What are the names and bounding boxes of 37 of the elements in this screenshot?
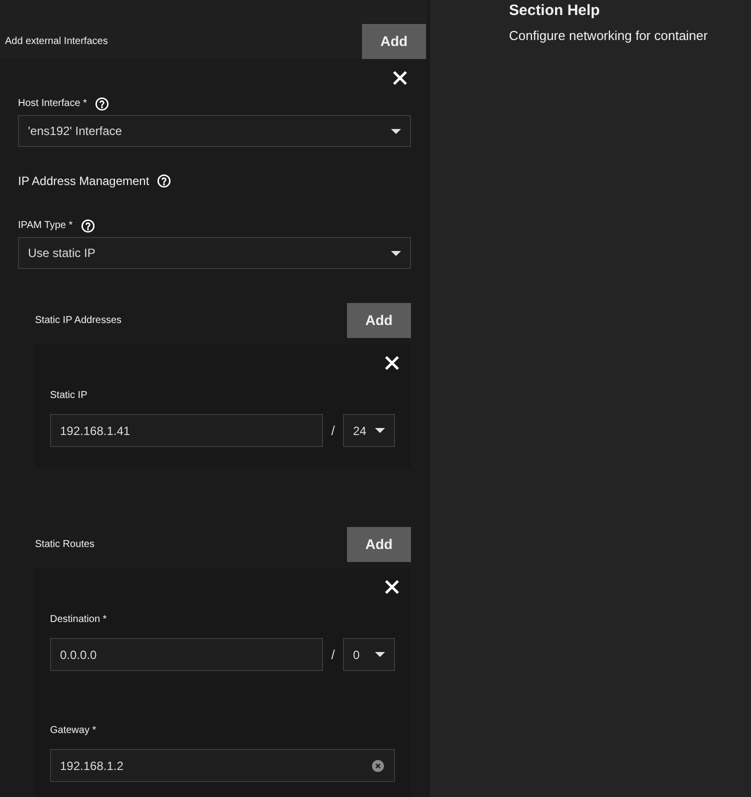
select-field[interactable]: 24	[343, 414, 395, 447]
ipam-heading: IP Address Management	[18, 173, 150, 190]
add-button[interactable]: Add	[347, 527, 411, 562]
select-field[interactable]: 0	[343, 638, 395, 671]
help-icon[interactable]	[94, 97, 109, 111]
add-button[interactable]: Add	[362, 24, 426, 59]
close-button[interactable]	[392, 70, 408, 86]
caret-icon	[391, 128, 401, 134]
field-label: IPAM Type *	[18, 220, 73, 232]
close-icon	[392, 70, 408, 86]
section-title: Add external Interfaces	[5, 35, 108, 49]
slash-separator: /	[330, 646, 336, 664]
caret-icon	[391, 250, 401, 256]
help-title: Section Help	[509, 1, 601, 21]
field-label: Gateway *	[50, 725, 96, 736]
caret-icon	[375, 652, 385, 657]
ip-input-field[interactable]: 192.168.1.41	[50, 414, 323, 447]
close-icon	[384, 579, 400, 595]
close-button[interactable]	[384, 579, 400, 595]
field-label: Static IP	[50, 390, 88, 401]
ip-input-field[interactable]: 0.0.0.0	[50, 638, 323, 671]
subsection-title: Static IP Addresses	[35, 314, 122, 328]
select-field[interactable]: 'ens192' Interface	[18, 115, 411, 147]
help-icon[interactable]	[80, 219, 95, 233]
select-field[interactable]: Use static IP	[18, 237, 411, 269]
gateway-input-field[interactable]: 192.168.1.2	[50, 749, 395, 782]
clear-icon[interactable]	[372, 760, 384, 772]
add-button[interactable]: Add	[347, 303, 411, 338]
help-text: Configure networking for container	[509, 27, 709, 45]
slash-separator: /	[330, 422, 336, 440]
close-button[interactable]	[384, 355, 400, 371]
close-icon	[384, 355, 400, 371]
field-label: Destination *	[50, 614, 107, 625]
field-label: Host Interface *	[18, 98, 87, 110]
help-icon[interactable]	[157, 174, 172, 188]
subsection-title: Static Routes	[35, 538, 94, 552]
caret-icon	[375, 428, 385, 433]
